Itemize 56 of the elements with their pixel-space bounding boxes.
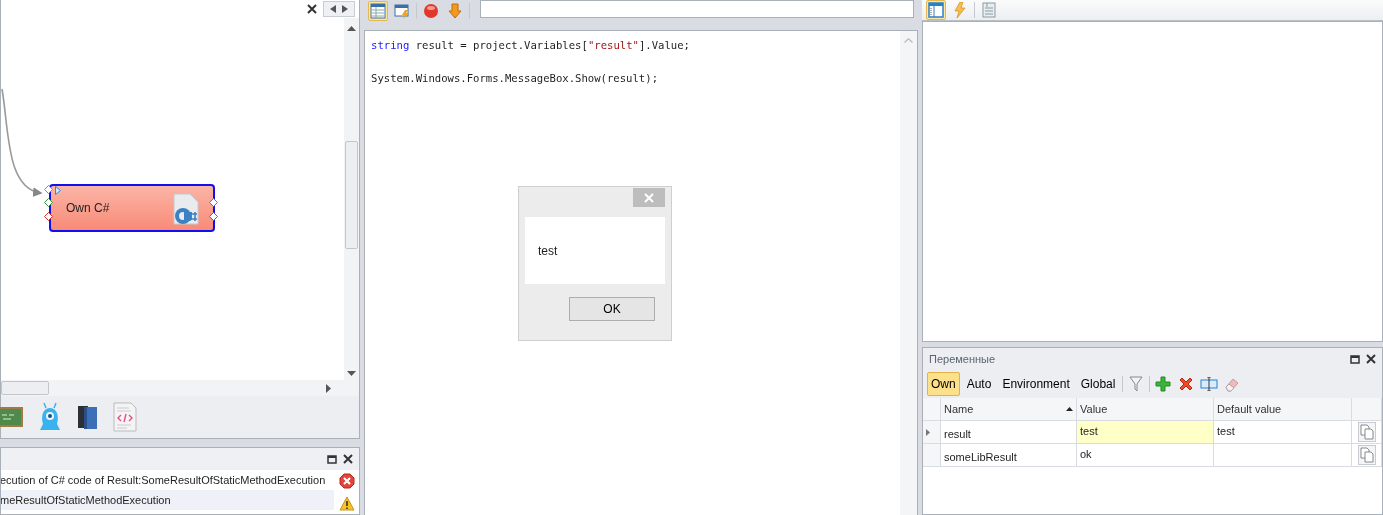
close-icon[interactable]	[1366, 354, 1376, 364]
table-cell[interactable]: test	[1214, 421, 1352, 444]
log-entry[interactable]: ecution of C# code of Result:SomeResultOfStaticMethodExecution	[1, 470, 334, 490]
scroll-right-icon[interactable]	[326, 384, 331, 393]
panel-layout-icon[interactable]	[928, 2, 944, 18]
row-indicator[interactable]	[923, 421, 941, 444]
scrollbar-thumb[interactable]	[345, 141, 358, 249]
column-header[interactable]: Value	[1077, 398, 1214, 421]
text-field[interactable]	[480, 0, 914, 18]
table-cell[interactable]: someLibResult	[941, 444, 1077, 467]
close-icon[interactable]	[343, 454, 353, 464]
delete-icon[interactable]	[1178, 376, 1195, 392]
scroll-down-icon[interactable]	[347, 371, 356, 376]
restore-icon[interactable]	[1350, 354, 1360, 364]
code-file-icon[interactable]	[113, 402, 137, 432]
current-row-icon	[926, 428, 930, 436]
panel-title: Переменные	[929, 351, 996, 367]
stop-icon[interactable]	[423, 2, 439, 19]
action-node[interactable]: Own C#	[49, 184, 215, 232]
warning-icon	[338, 495, 355, 511]
copy-icon[interactable]	[1357, 445, 1376, 465]
code-line: System.Windows.Forms.MessageBox.Show(result);	[371, 71, 659, 86]
log-entry[interactable]: meResultOfStaticMethodExecution	[1, 490, 334, 510]
scroll-up-icon[interactable]	[347, 26, 356, 31]
restore-icon[interactable]	[327, 454, 337, 464]
filter-icon[interactable]	[1129, 376, 1144, 392]
copy-icon[interactable]	[1357, 422, 1376, 442]
filter-tab[interactable]: Own	[927, 372, 960, 396]
ok-button[interactable]: OK	[569, 297, 655, 321]
eraser-icon[interactable]	[1224, 376, 1241, 392]
dialog-message: test	[538, 242, 558, 260]
window-lightning-icon[interactable]	[394, 2, 410, 19]
start-icon	[55, 186, 61, 195]
filter-tab[interactable]: Auto	[962, 372, 996, 396]
scroll-right-icon[interactable]	[342, 5, 348, 13]
add-icon[interactable]	[1155, 376, 1172, 392]
scrollbar-thumb[interactable]	[1, 381, 49, 395]
table-view-icon[interactable]	[370, 2, 386, 19]
books-icon[interactable]	[77, 404, 99, 430]
down-arrow-icon[interactable]	[448, 2, 462, 19]
table-cell[interactable]	[1214, 444, 1352, 467]
error-icon	[338, 473, 355, 489]
column-header[interactable]: Name	[941, 398, 1077, 421]
csharp-file-icon	[172, 193, 200, 225]
blob-creature-icon[interactable]	[37, 402, 63, 432]
scroll-left-icon[interactable]	[330, 5, 336, 13]
chalkboard-icon[interactable]	[0, 406, 23, 428]
close-icon[interactable]	[307, 4, 317, 14]
lightning-icon[interactable]	[954, 2, 966, 18]
code-line: string result = project.Variables["result"].Value;	[371, 38, 691, 53]
column-header[interactable]: Default value	[1214, 398, 1352, 421]
table-cell[interactable]: ok	[1077, 444, 1214, 467]
filter-tab[interactable]: Global	[1076, 372, 1120, 396]
filter-tab[interactable]: Environment	[998, 372, 1074, 396]
rename-icon[interactable]	[1200, 377, 1219, 391]
table-cell[interactable]: test	[1077, 421, 1214, 444]
